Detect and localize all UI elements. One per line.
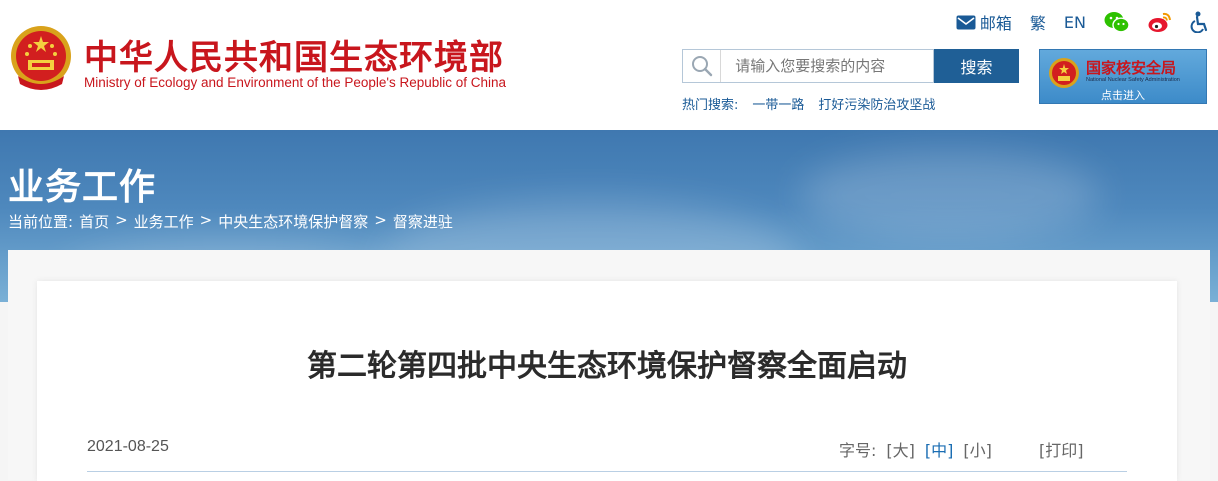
font-size-medium-button[interactable]: [中]	[925, 437, 954, 461]
english-link[interactable]: EN	[1064, 13, 1086, 32]
national-emblem-icon[interactable]	[8, 24, 74, 94]
banner-cloud	[800, 150, 1100, 240]
breadcrumb-label: 当前位置:	[8, 213, 74, 231]
breadcrumb-current[interactable]: 督察进驻	[393, 211, 453, 232]
mail-link[interactable]: 邮箱	[956, 10, 1012, 34]
print-button[interactable]: [打印]	[1039, 437, 1084, 461]
hot-searches: 热门搜索: 一带一路 打好污染防治攻坚战	[682, 94, 935, 113]
traditional-chinese-link[interactable]: 繁	[1030, 10, 1046, 34]
article-title: 第二轮第四批中央生态环境保护督察全面启动	[307, 349, 907, 384]
breadcrumb-separator: >	[115, 211, 128, 229]
site-title[interactable]: 中华人民共和国生态环境部	[84, 30, 504, 79]
site-header: 中华人民共和国生态环境部 Ministry of Ecology and Env…	[0, 0, 1218, 130]
breadcrumb-separator: >	[199, 211, 213, 229]
breadcrumb-separator: >	[374, 211, 387, 229]
nnsa-name: 国家核安全局	[1086, 59, 1177, 77]
breadcrumb-home[interactable]: 首页	[79, 211, 109, 232]
nnsa-english: National Nuclear Safety Administration	[1086, 77, 1180, 83]
hot-searches-label: 热门搜索:	[682, 98, 739, 113]
font-size-large-button[interactable]: [大]	[886, 437, 915, 461]
hot-search-link[interactable]: 打好污染防治攻坚战	[818, 94, 935, 113]
top-links: 邮箱 繁 EN	[956, 10, 1210, 34]
weibo-icon[interactable]	[1148, 11, 1172, 33]
hot-search-link[interactable]: 一带一路	[752, 94, 804, 113]
section-title: 业务工作	[8, 167, 157, 208]
search-button[interactable]: 搜索	[934, 49, 1019, 83]
font-size-label: 字号:	[839, 441, 877, 460]
mail-label: 邮箱	[979, 14, 1012, 33]
breadcrumb-business[interactable]: 业务工作	[134, 211, 194, 232]
font-size-controls: 字号: [大] [中] [小]	[839, 437, 992, 461]
site-subtitle: Ministry of Ecology and Environment of t…	[84, 75, 507, 90]
nnsa-emblem-icon	[1049, 58, 1079, 88]
wechat-icon[interactable]	[1104, 11, 1130, 33]
nnsa-banner-link[interactable]: 国家核安全局 National Nuclear Safety Administr…	[1039, 49, 1207, 104]
font-size-small-button[interactable]: [小]	[963, 437, 992, 461]
breadcrumb: 当前位置: 首页 > 业务工作 > 中央生态环境保护督察 > 督察进驻	[8, 211, 453, 232]
breadcrumb-inspection[interactable]: 中央生态环境保护督察	[218, 211, 368, 232]
search-icon[interactable]	[683, 50, 722, 82]
search-input[interactable]	[721, 50, 933, 82]
mail-icon	[956, 15, 976, 29]
accessibility-icon[interactable]	[1190, 11, 1210, 33]
article-date: 2021-08-25	[87, 438, 169, 455]
nnsa-enter: 点击进入	[1101, 89, 1145, 102]
article-card: 第二轮第四批中央生态环境保护督察全面启动 2021-08-25 字号: [大] …	[37, 281, 1177, 481]
search-box	[682, 49, 934, 83]
